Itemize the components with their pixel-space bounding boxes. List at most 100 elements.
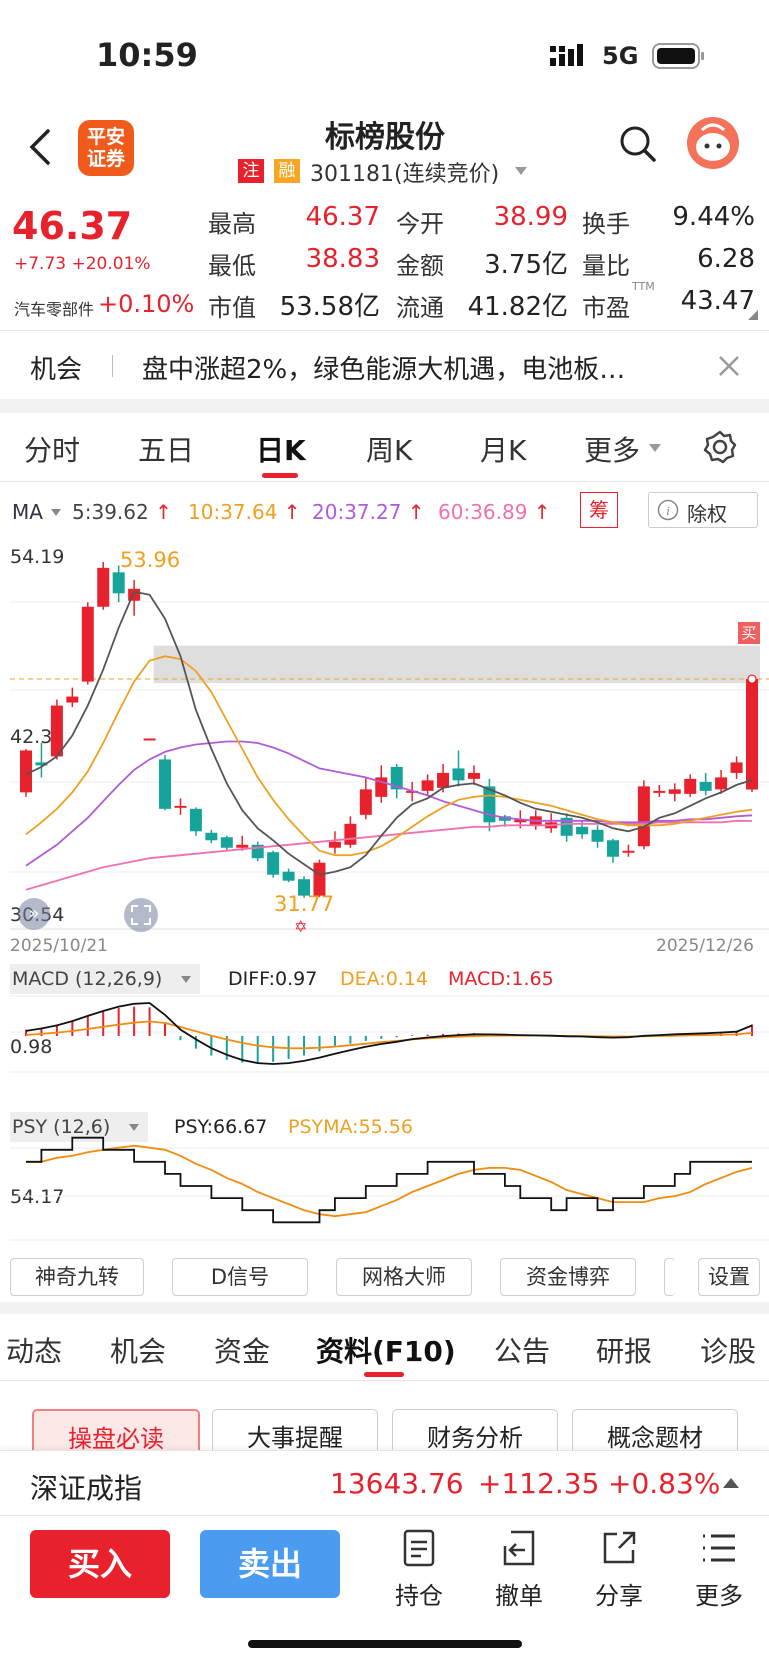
ma60-text: 60:36.89 [438, 500, 528, 524]
ma20-value: 20:37.27 ↑ [312, 500, 425, 524]
expand-corner-icon[interactable] [748, 310, 758, 320]
news-ticker[interactable]: 机会 盘中涨超2%，绿色能源大机遇，电池板… [0, 331, 769, 399]
sector-change[interactable]: +0.10% [98, 290, 194, 318]
info-tabs: 动态 机会 资金 资料(F10) 公告 研报 诊股 [0, 1316, 769, 1380]
home-indicator [248, 1640, 522, 1648]
ma-caret-icon[interactable] [50, 508, 62, 517]
candle-body [220, 837, 233, 848]
y-axis-top-label: 54.19 [10, 546, 65, 568]
f10-financial-button[interactable]: 财务分析 [392, 1409, 558, 1451]
info-tab-funds[interactable]: 资金 [214, 1330, 270, 1370]
stat-label-float-cap: 流通 [396, 294, 444, 322]
cancel-order-action[interactable]: 撤单 [484, 1528, 554, 1611]
index-name: 深证成指 [30, 1472, 143, 1505]
info-tab-news[interactable]: 动态 [6, 1330, 62, 1370]
psy-panel[interactable]: PSY (12,6) PSY:66.67 PSYMA:55.56 54.17 [0, 1108, 769, 1248]
chip-button[interactable]: 筹 [580, 492, 618, 528]
resistance-zone [153, 645, 760, 684]
tab-weekly-k[interactable]: 周K [366, 429, 412, 469]
hold-action[interactable]: 持仓 [384, 1528, 454, 1611]
tool-d-signal[interactable]: D信号 [172, 1258, 308, 1296]
document-icon [403, 1529, 435, 1567]
kline-svg: ✡ [10, 562, 769, 936]
macd-panel[interactable]: MACD (12,26,9) DIFF:0.97 DEA:0.14 MACD:1… [0, 960, 769, 1100]
close-icon[interactable] [718, 355, 740, 377]
caret-down-icon[interactable] [648, 443, 662, 453]
star-marker: ✡ [294, 917, 307, 936]
ma5-value: 5:39.62 ↑ [72, 500, 172, 524]
broker-logo[interactable]: 平安 证券 [78, 120, 134, 176]
back-icon[interactable] [26, 128, 52, 166]
tool-magic-nine[interactable]: 神奇九转 [10, 1258, 144, 1296]
stat-value-amount: 3.75亿 [484, 250, 568, 280]
caret-up-icon[interactable] [722, 1477, 740, 1489]
tab-five-day[interactable]: 五日 [138, 429, 194, 469]
macd-svg [10, 995, 769, 1073]
buy-button[interactable]: 买入 [30, 1530, 170, 1598]
candle-body [668, 789, 681, 794]
menu-icon [703, 1534, 735, 1562]
candle-body [282, 871, 295, 881]
stat-value-open: 38.99 [493, 202, 568, 232]
chevron-down-icon[interactable] [514, 166, 528, 176]
tool-settings[interactable]: 设置 [698, 1258, 760, 1296]
f10-buttons: 操盘必读 大事提醒 财务分析 概念题材 [0, 1381, 769, 1451]
candle-body [421, 780, 434, 791]
info-icon: i [657, 499, 679, 521]
search-icon[interactable] [618, 124, 658, 164]
tab-daily-k[interactable]: 日K [256, 429, 306, 469]
more-action[interactable]: 更多 [684, 1528, 754, 1611]
tab-more[interactable]: 更多 [584, 429, 640, 469]
sector-label[interactable]: 汽车零部件 [14, 296, 94, 320]
stat-label-volume-ratio: 量比 [582, 252, 630, 280]
tool-more-partial[interactable] [664, 1258, 675, 1296]
scroll-left-button[interactable]: » [18, 898, 50, 930]
stock-title: 标榜股份 [325, 120, 445, 155]
share-action[interactable]: 分享 [584, 1528, 654, 1611]
f10-must-read-button[interactable]: 操盘必读 [32, 1409, 200, 1451]
battery-icon [652, 43, 704, 69]
tab-intraday[interactable]: 分时 [24, 429, 80, 469]
candle-body [189, 808, 202, 832]
sell-button[interactable]: 卖出 [200, 1530, 340, 1598]
ma20-text: 20:37.27 [312, 500, 402, 524]
f10-events-button[interactable]: 大事提醒 [212, 1409, 378, 1451]
fullscreen-button[interactable] [124, 898, 158, 932]
candle-body [50, 705, 63, 757]
candle-body [159, 759, 172, 809]
info-tab-announcements[interactable]: 公告 [494, 1330, 550, 1370]
ma-label[interactable]: MA [12, 500, 43, 524]
info-tab-f10[interactable]: 资料(F10) [316, 1330, 456, 1370]
buy-signal-tag[interactable]: 买 [738, 622, 760, 644]
candle-body [359, 789, 372, 815]
divider [0, 481, 769, 482]
candle-body [313, 862, 326, 896]
broker-logo-line2: 证券 [86, 148, 125, 170]
stock-code[interactable]: 301181(连续竞价) [310, 156, 499, 188]
kline-chart[interactable]: ✡ 54.19 42.3 30.54 53.96 31.77 买 2025/10… [0, 542, 769, 960]
cancel-label: 撤单 [495, 1582, 543, 1610]
tab-monthly-k[interactable]: 月K [480, 429, 526, 469]
broker-logo-line1: 平安 [86, 126, 125, 148]
last-price: 46.37 [12, 204, 133, 248]
info-tab-opportunity[interactable]: 机会 [110, 1330, 166, 1370]
stat-label-open: 今开 [396, 210, 444, 238]
gear-icon[interactable] [702, 429, 738, 465]
price-change: +7.73 +20.01% [14, 254, 151, 274]
assistant-avatar-icon[interactable] [686, 116, 740, 170]
candle-body [622, 850, 635, 853]
tool-grid-master[interactable]: 网格大师 [336, 1258, 472, 1296]
exright-button[interactable]: i 除权 [648, 492, 758, 528]
ma60-value: 60:36.89 ↑ [438, 500, 551, 524]
status-time: 10:59 [96, 36, 198, 74]
tool-fund-game[interactable]: 资金博弈 [500, 1258, 636, 1296]
f10-concept-button[interactable]: 概念题材 [572, 1409, 738, 1451]
index-bar[interactable]: 深证成指 13643.76 +112.35 +0.83% [0, 1450, 769, 1516]
tag-registration: 注 [238, 159, 264, 183]
candle-body [267, 852, 280, 875]
info-tab-research[interactable]: 研报 [596, 1330, 652, 1370]
min-price-label: 31.77 [274, 892, 335, 916]
info-tab-diagnosis[interactable]: 诊股 [700, 1330, 756, 1370]
candle-body [344, 823, 357, 845]
candle-body [684, 778, 697, 794]
